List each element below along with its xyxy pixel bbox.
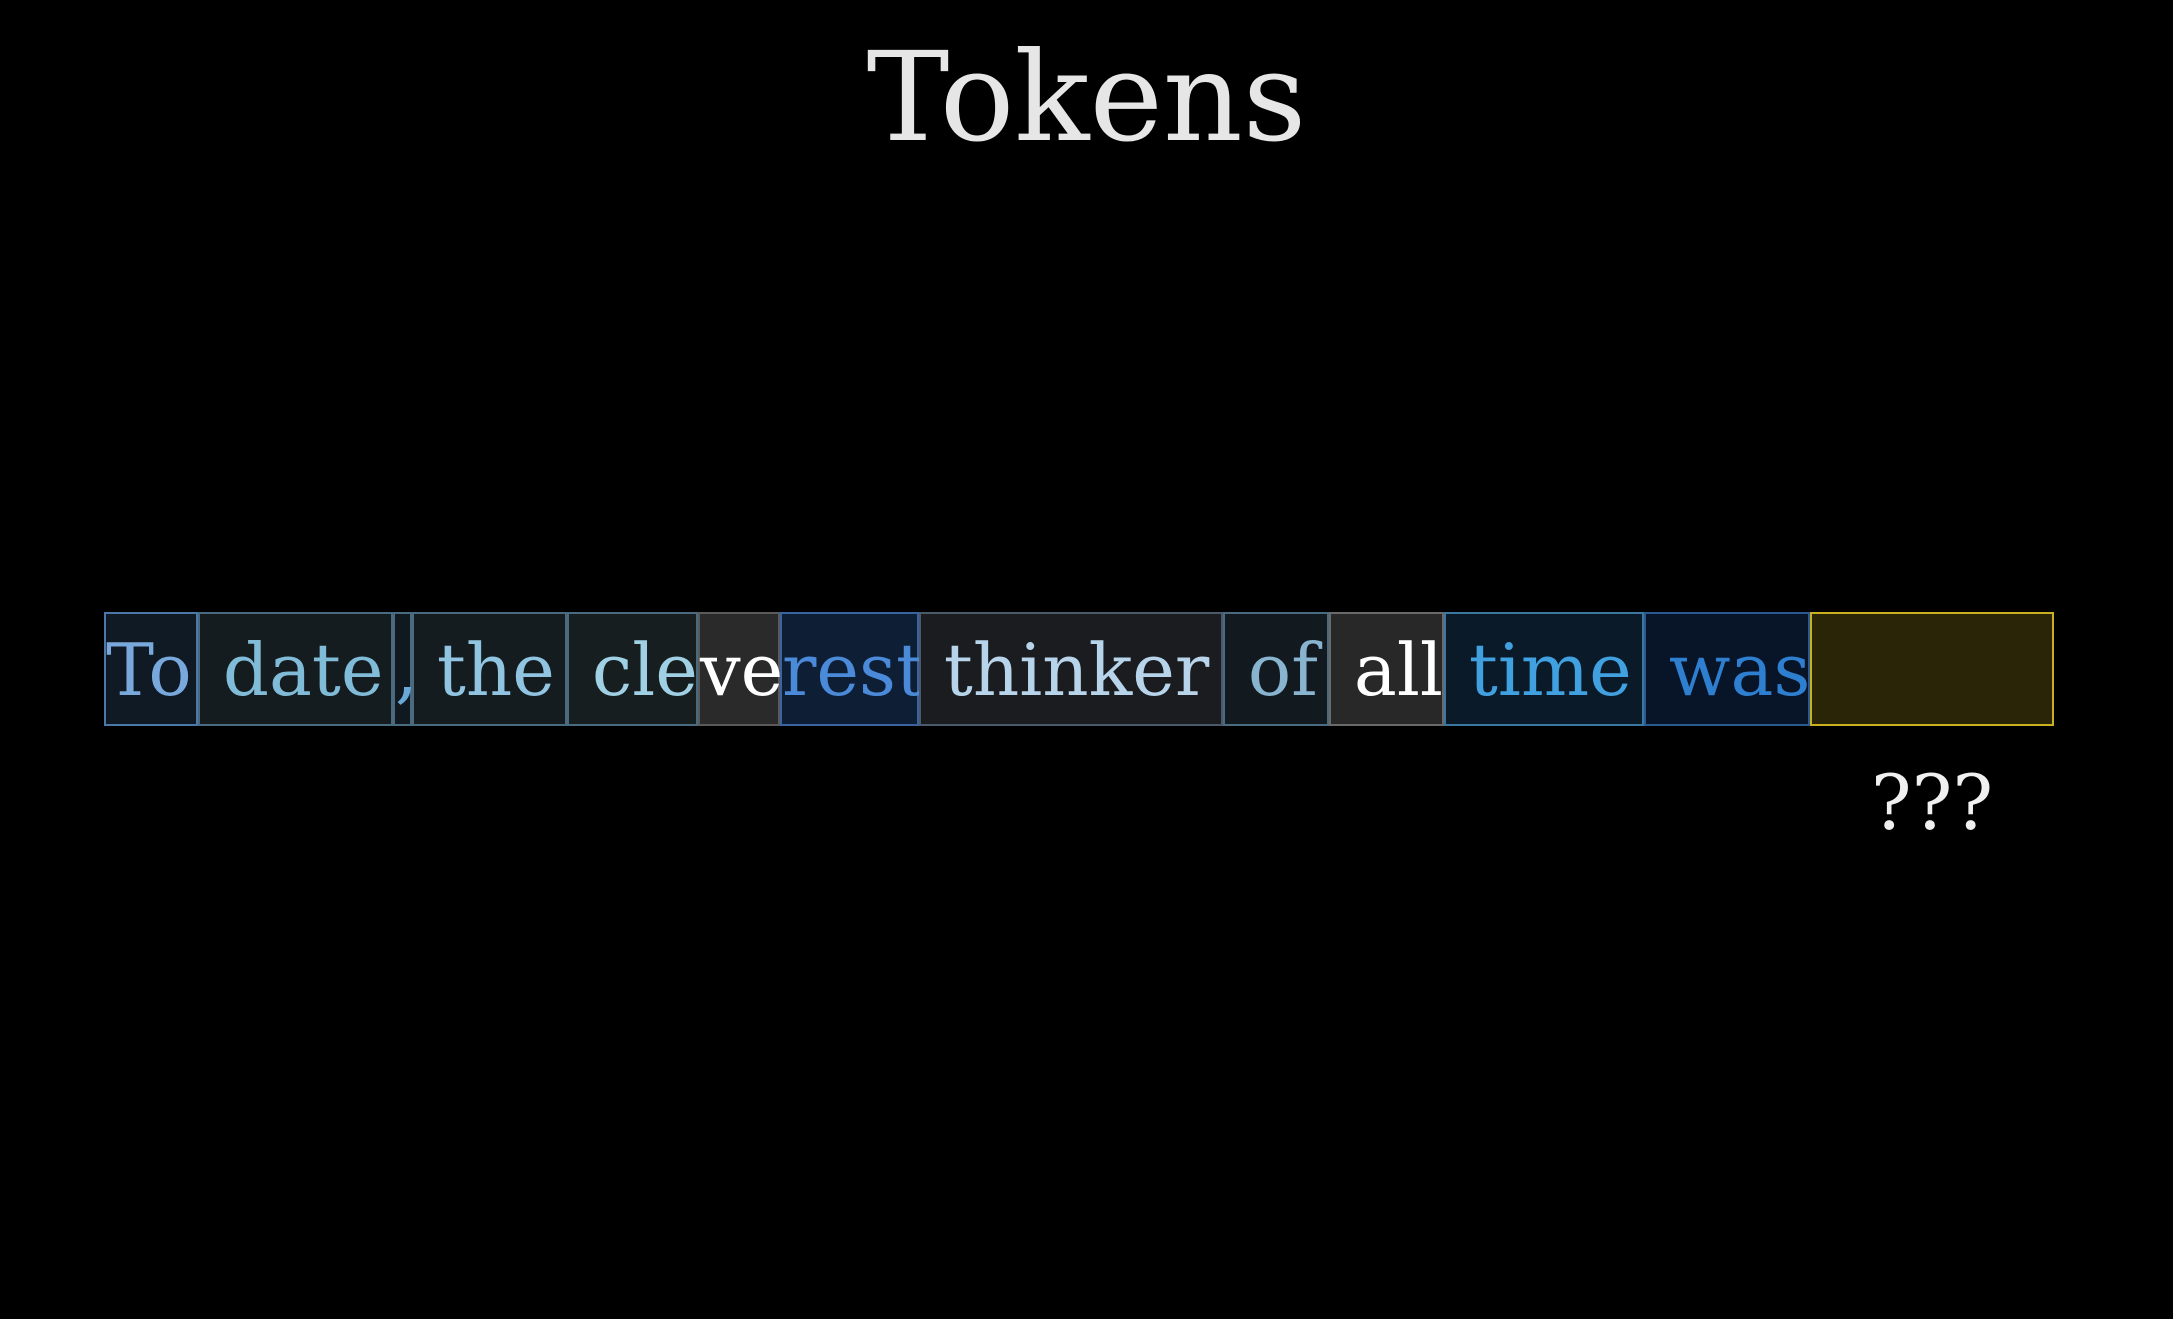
prediction-label: ??? bbox=[1870, 758, 1994, 847]
token-row: To date , the cle ve rest thinker of all… bbox=[104, 612, 2054, 726]
token-text: cle bbox=[569, 628, 698, 712]
token-all: all bbox=[1329, 612, 1444, 726]
token-text: all bbox=[1331, 628, 1443, 712]
token-text: thinker bbox=[921, 628, 1210, 712]
token-text: the bbox=[414, 628, 555, 712]
token-thinker: thinker bbox=[919, 612, 1223, 726]
token-text: of bbox=[1225, 628, 1318, 712]
token-rest: rest bbox=[780, 612, 925, 726]
token-comma: , bbox=[393, 612, 418, 726]
token-text: date bbox=[200, 628, 384, 712]
token-text: time bbox=[1446, 628, 1632, 712]
next-token-slot bbox=[1810, 612, 2054, 726]
token-date: date bbox=[198, 612, 393, 726]
token-cle: cle bbox=[567, 612, 698, 726]
token-of: of bbox=[1223, 612, 1329, 726]
token-text: ve bbox=[700, 628, 784, 712]
token-ve: ve bbox=[698, 612, 784, 726]
token-time: time bbox=[1444, 612, 1644, 726]
token-to: To bbox=[104, 612, 198, 726]
page-title: Tokens bbox=[866, 26, 1307, 170]
token-text: To bbox=[106, 628, 192, 712]
token-text: was bbox=[1646, 628, 1811, 712]
token-the: the bbox=[412, 612, 567, 726]
token-text: rest bbox=[782, 628, 925, 712]
token-was: was bbox=[1644, 612, 1810, 726]
